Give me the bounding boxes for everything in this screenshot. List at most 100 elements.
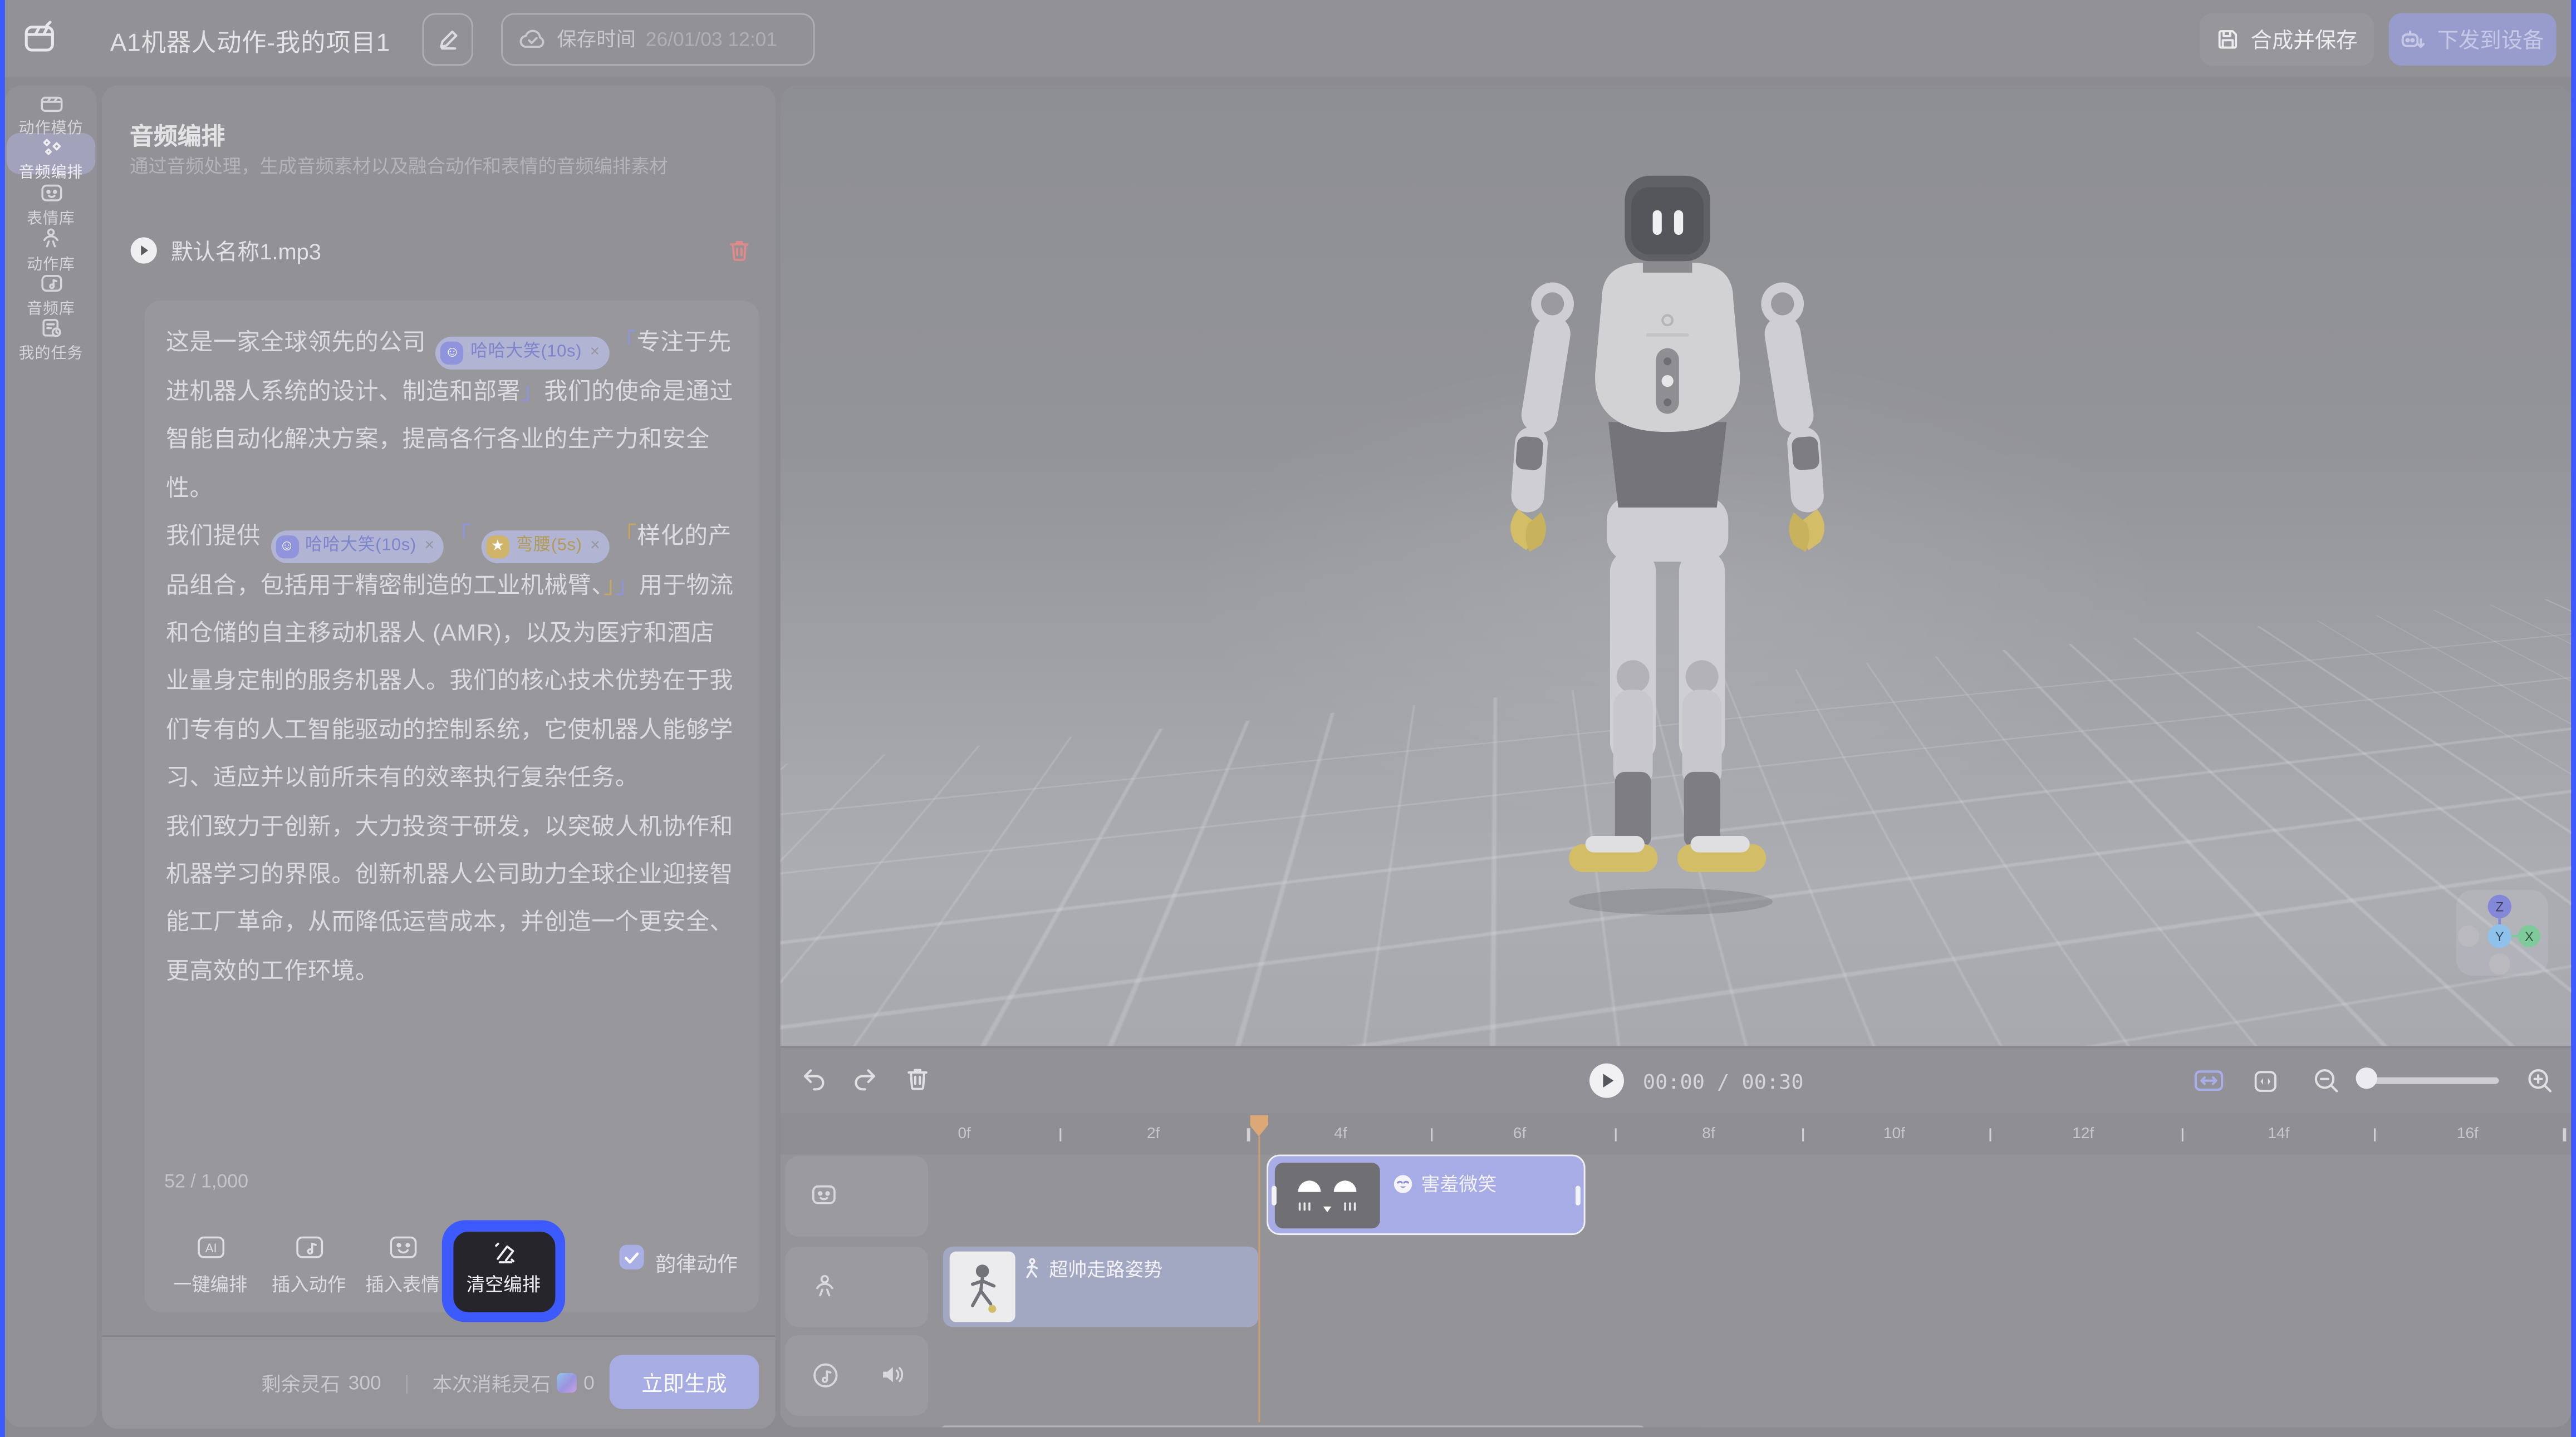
gizmo-z-label: Z (2496, 900, 2504, 915)
tag-close-icon[interactable]: × (590, 328, 600, 377)
motion-tag[interactable]: ★弯腰(5s)× (482, 530, 610, 563)
tag-label: 弯腰(5s) (516, 522, 582, 570)
rename-button[interactable] (422, 12, 473, 65)
one-key-arrange-button[interactable]: AI 一键编排 (164, 1233, 256, 1297)
expression-tag[interactable]: ☺哈哈大笑(10s)× (436, 336, 610, 369)
sidebar-item-audio-library[interactable]: 音频库 (5, 272, 97, 316)
play-audio-icon[interactable] (130, 235, 158, 263)
generate-button[interactable]: 立即生成 (610, 1355, 759, 1409)
editor-workspace: Z Y X 00:00 / 00:30 (781, 85, 2571, 1427)
insert-expression-button[interactable]: 插入表情 (356, 1233, 448, 1297)
insert-motion-button[interactable]: 插入动作 (263, 1233, 355, 1297)
char-counter: 52 / 1,000 (164, 1173, 248, 1192)
timeline-zoom-slider[interactable] (2361, 1076, 2499, 1083)
synthesize-save-button[interactable]: 合成并保存 (2200, 12, 2374, 66)
audio-track-header[interactable] (786, 1335, 929, 1415)
clip-trim-handle-left[interactable] (1272, 1185, 1277, 1205)
top-bar: A1机器人动作-我的项目1 保存时间 26/01/03 12:01 (0, 0, 2576, 77)
clip-shy-label: 害羞微笑 (1421, 1171, 1497, 1197)
sidebar: 动作模仿 音频编排 表情库 动作库 音频库 我的任务 (5, 85, 97, 1427)
timeline-scrollbar[interactable] (941, 1425, 1645, 1427)
ruler-label: 4f (1334, 1124, 1347, 1142)
fit-timeline-icon[interactable] (2193, 1069, 2224, 1092)
ruler-tick (1989, 1128, 1991, 1141)
timecode: 00:00 / 00:30 (1643, 1069, 1804, 1094)
face-tag-icon: ☺ (441, 341, 464, 364)
one-key-arrange-label: 一键编排 (164, 1271, 256, 1297)
sidebar-item-expression-library[interactable]: 表情库 (5, 181, 97, 226)
segment-bracket: 「 (614, 524, 637, 550)
ruler-label: 0f (958, 1124, 970, 1142)
panel-footer: 剩余灵石 300 | 本次消耗灵石 0 立即生成 (102, 1335, 776, 1429)
delete-audio-icon[interactable] (728, 237, 750, 262)
spirit-stone-icon (557, 1373, 577, 1392)
script-editor-content: 这是一家全球领先的公司 ☺哈哈大笑(10s)×「专注于先进机器人系统的设计、制造… (166, 320, 738, 997)
ruler-tick (1430, 1128, 1432, 1141)
deploy-device-label: 下发到设备 (2437, 23, 2544, 55)
timeline-zoom-handle[interactable] (2356, 1067, 2377, 1089)
rhythm-motion-label: 韵律动作 (655, 1247, 738, 1278)
sidebar-item-my-tasks[interactable]: 我的任务 (5, 317, 97, 362)
clear-arrange-label: 清空编排 (453, 1271, 555, 1297)
audio-track-icon (812, 1361, 840, 1389)
segment-bracket: 「 (613, 330, 636, 356)
clear-arrange-button[interactable]: 清空编排 (453, 1231, 555, 1312)
audio-arrange-panel: 音频编排 通过音频处理，生成音频素材以及融合动作和表情的音频编排素材 默认名称1… (102, 85, 776, 1427)
redo-icon[interactable] (853, 1066, 879, 1092)
undo-icon[interactable] (800, 1066, 826, 1092)
robot-model[interactable] (781, 85, 2571, 1046)
zoom-out-icon[interactable] (2313, 1067, 2339, 1094)
sidebar-label: 动作库 (5, 251, 97, 274)
play-button[interactable] (1588, 1062, 1624, 1098)
motion-track-header[interactable] (786, 1246, 929, 1326)
save-time-value: 26/01/03 12:01 (646, 27, 777, 50)
save-time-pill: 保存时间 26/01/03 12:01 (501, 12, 815, 65)
deploy-device-button[interactable]: 下发到设备 (2389, 12, 2557, 66)
ai-icon: AI (164, 1233, 256, 1261)
expression-track-header[interactable] (786, 1156, 929, 1237)
audio-arrange-icon (5, 136, 97, 158)
script-editor[interactable]: 这是一家全球领先的公司 ☺哈哈大笑(10s)×「专注于先进机器人系统的设计、制造… (145, 301, 759, 1312)
viewport-3d[interactable]: Z Y X (781, 85, 2571, 1046)
walking-person-icon (1021, 1258, 1041, 1279)
zoom-in-icon[interactable] (2526, 1067, 2553, 1094)
tag-close-icon[interactable]: × (425, 522, 435, 570)
sidebar-item-motion-library[interactable]: 动作库 (5, 227, 97, 271)
delete-clip-icon[interactable] (905, 1066, 930, 1092)
cloud-check-icon (519, 26, 547, 51)
ruler-tick (1802, 1128, 1804, 1141)
speaker-icon[interactable] (879, 1361, 905, 1387)
ruler-tick (1614, 1128, 1616, 1141)
sidebar-label: 动作模仿 (5, 115, 97, 138)
sidebar-item-motion-mimic[interactable]: 动作模仿 (5, 92, 97, 136)
ruler-tick (1059, 1128, 1061, 1141)
ruler-label: 16f (2457, 1124, 2479, 1142)
timeline-ruler[interactable]: 0f2f4f6f8f10f12f14f16f (781, 1113, 2571, 1156)
clip-trim-handle-right[interactable] (1576, 1185, 1581, 1205)
insert-expression-icon (356, 1233, 448, 1261)
motion-tag-icon: ★ (487, 535, 509, 558)
insert-motion-label: 插入动作 (263, 1271, 355, 1297)
playhead-line (1258, 1136, 1260, 1422)
robot-download-icon (2401, 27, 2426, 50)
generate-label: 立即生成 (641, 1366, 727, 1397)
clip-shy-smile[interactable]: 害羞微笑 (1267, 1154, 1585, 1236)
clip-walk-pose[interactable]: 超帅走路姿势 (943, 1246, 1259, 1326)
frame-view-icon[interactable] (2253, 1069, 2279, 1093)
expression-tag[interactable]: ☺哈哈大笑(10s)× (271, 530, 444, 563)
sidebar-item-audio-arrange[interactable]: 音频编排 (5, 136, 97, 181)
sidebar-label: 表情库 (5, 204, 97, 227)
clear-arrange-highlight-ring: 清空编排 (442, 1221, 565, 1322)
pencil-icon (436, 27, 459, 50)
sidebar-label: 我的任务 (5, 340, 97, 363)
clip-walk-thumbnail (949, 1251, 1014, 1321)
ruler-tick (2181, 1128, 2183, 1141)
svg-text:AI: AI (204, 1241, 216, 1255)
project-title: A1机器人动作-我的项目1 (110, 24, 390, 59)
orientation-gizmo[interactable]: Z Y X (2456, 890, 2548, 975)
screen-edge-highlight-left (0, 0, 5, 1437)
tag-close-icon[interactable]: × (590, 522, 600, 570)
sidebar-label: 音频编排 (5, 159, 97, 182)
audio-file-name: 默认名称1.mp3 (171, 233, 321, 266)
rhythm-motion-checkbox[interactable] (619, 1245, 644, 1269)
